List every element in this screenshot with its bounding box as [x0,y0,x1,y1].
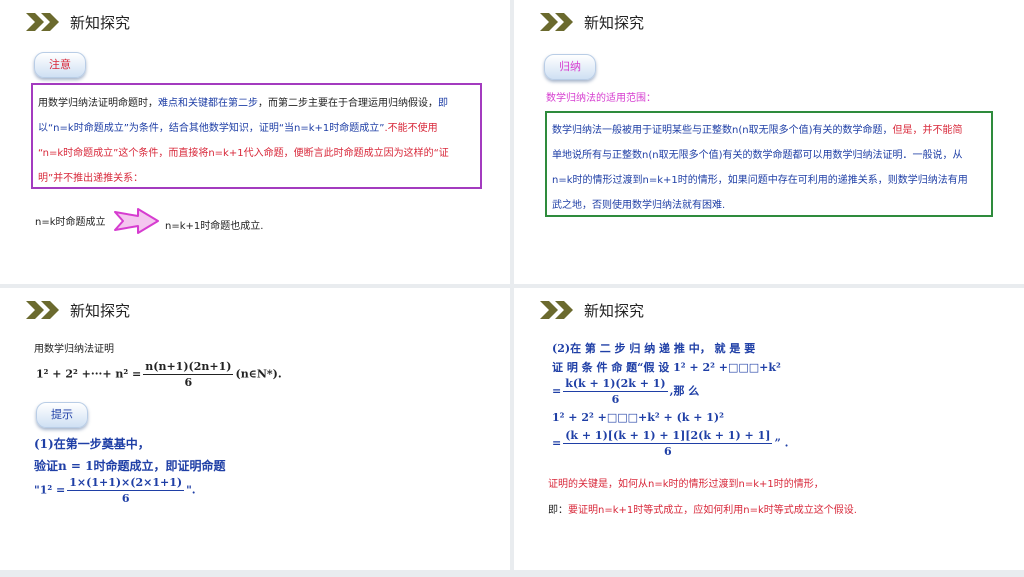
header-title: 新知探究 [70,301,131,320]
step-line-2: 证 明 条 件 命 题“假 设 1² + 2² +□□□+k² [552,361,781,374]
note-line-4: 明”并不推出递推关系： [38,173,144,184]
header-title: 新知探究 [584,301,645,320]
scope-line-4: 武之地，否则使用数学归纳法就有困难. [552,200,726,211]
sum-formula: 1² + 2² +···+ n² = n(n+1)(2n+1) 6 (n∈N*). [36,360,282,389]
hint-tag: 提示 [36,402,88,428]
note-line-3: “n=k时命题成立”这个条件，而直接将n=k+1代入命题，便断言此时命题成立因为… [38,148,449,159]
note-box: 用数学归纳法证明命题时，难点和关键都在第二步，而第二步主要在于合理运用归纳假设，… [31,83,482,189]
slide-header: 新知探究 [26,298,130,322]
hint-line-1: (1)在第一步奠基中， [34,437,150,451]
slide-header: 新知探究 [26,10,130,34]
double-chevron-icon [26,301,59,319]
key-point: 证明的关键是，如何从n=k时的情形过渡到n=k+1时的情形， [548,479,824,490]
summary-tag: 归纳 [544,54,596,80]
double-chevron-icon [540,13,573,31]
hint-line-2: 验证n = 1时命题成立，即证明命题 [34,459,226,473]
bottom-strip [0,570,1024,577]
double-chevron-icon [26,13,59,31]
step-line-1: (2)在 第 二 步 归 纳 递 推 中， 就 是 要 [552,342,756,355]
slide-inductive-step: 新知探究 (2)在 第 二 步 归 纳 递 推 中， 就 是 要 证 明 条 件… [514,288,1024,577]
scope-line-1: 数学归纳法一般被用于证明某些与正整数n(n取无限多个值)有关的数学命题，但是，并… [552,125,963,136]
implication-arrow-icon [114,208,159,234]
scope-box: 数学归纳法一般被用于证明某些与正整数n(n取无限多个值)有关的数学命题，但是，并… [545,111,993,217]
note-tag: 注意 [34,52,86,78]
note-line-2: 以“n=k时命题成立”为条件，结合其他数学知识，证明“当n=k+1时命题成立”.… [38,123,438,134]
example-intro: 用数学归纳法证明 [34,344,114,355]
note-line: 即：要证明n=k+1时等式成立，应如何利用n=k时等式成立这个假设. [548,505,857,516]
double-chevron-icon [540,301,573,319]
base-case-formula: "1² = 1×(1+1)×(2×1+1) 6 ". [34,476,196,505]
scope-line-2: 单地说所有与正整数n(n取无限多个值)有关的数学命题都可以用数学归纳法证明．一般… [552,150,963,161]
scope-line-3: n=k时的情形过渡到n=k+1时的情形，如果问题中存在可利用的递推关系，则数学归… [552,175,968,186]
premise-text: n=k时命题成立 [35,217,106,228]
hypothesis-formula: = k(k + 1)(2k + 1) 6 ,那 么 [552,377,700,406]
slide-header: 新知探究 [540,298,644,322]
step-line-4: 1² + 2² +□□□+k² + (k + 1)² [552,411,724,424]
note-line-1: 用数学归纳法证明命题时，难点和关键都在第二步，而第二步主要在于合理运用归纳假设，… [38,98,448,109]
header-title: 新知探究 [584,13,645,32]
slide-example: 新知探究 用数学归纳法证明 1² + 2² +···+ n² = n(n+1)(2… [0,288,510,577]
target-formula: = (k + 1)[(k + 1) + 1][2(k + 1) + 1] 6” . [552,429,789,458]
slide-header: 新知探究 [540,10,644,34]
slide-summary: 新知探究 归纳 数学归纳法的适用范围： 数学归纳法一般被用于证明某些与正整数n(… [514,0,1024,284]
header-title: 新知探究 [70,13,131,32]
conclusion-text: n=k+1时命题也成立. [165,221,264,232]
slide-note: 新知探究 注意 用数学归纳法证明命题时，难点和关键都在第二步，而第二步主要在于合… [0,0,510,284]
scope-subtitle: 数学归纳法的适用范围： [546,93,656,104]
